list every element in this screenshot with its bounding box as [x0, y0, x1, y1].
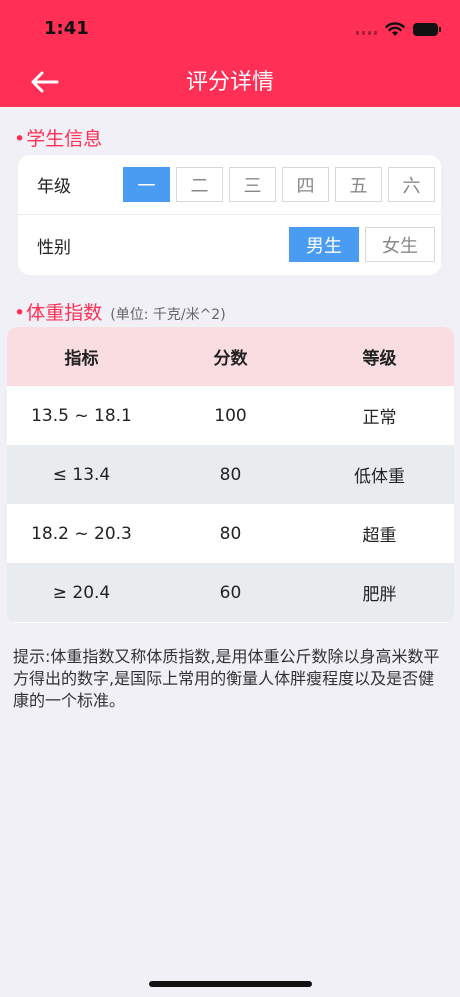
grade-option-1[interactable]: 一: [123, 167, 170, 202]
table-cell: 13.5 ~ 18.1: [31, 405, 132, 426]
nav-header: 1:41 评分详情: [0, 0, 460, 107]
bullet-dot-icon: •: [14, 128, 26, 150]
table-row: 13.5 ~ 18.1 100 正常: [7, 386, 454, 445]
table-cell: 80: [219, 523, 242, 544]
tip-text: 提示:体重指数又称体质指数,是用体重公斤数除以身高米数平方得出的数字,是国际上常…: [13, 647, 440, 710]
table-cell: 正常: [362, 408, 397, 428]
table-cell: ≥ 20.4: [52, 582, 111, 603]
table-header-cell: 等级: [362, 349, 397, 369]
table-cell: 超重: [362, 526, 397, 546]
gender-option-male[interactable]: 男生: [289, 227, 359, 262]
page-title: 评分详情: [185, 70, 274, 95]
bmi-table: 指标 分数 等级 13.5 ~ 18.1 100 正常 ≤ 13.4 80 低体…: [7, 327, 454, 623]
grade-option-6[interactable]: 六: [388, 167, 435, 202]
table-cell: 80: [219, 464, 242, 485]
gender-label: 性别: [37, 237, 71, 258]
gender-options: 男生 女生: [289, 227, 435, 262]
wifi-icon: [385, 21, 405, 37]
grade-option-4[interactable]: 四: [282, 167, 329, 202]
table-cell: 低体重: [353, 467, 405, 487]
home-indicator: [149, 981, 312, 987]
student-info-title: • 学生信息: [14, 124, 102, 151]
grade-label: 年级: [37, 177, 71, 197]
student-info-card: 年级 一 二 三 四 五 六 性别 男生 女生: [18, 155, 441, 275]
table-row: 18.2 ~ 20.3 80 超重: [7, 504, 454, 563]
bullet-dot-icon: •: [14, 302, 26, 324]
bmi-title: • 体重指数 (单位: 千克/米^2): [14, 298, 226, 325]
grade-option-3[interactable]: 三: [229, 167, 276, 202]
table-row: ≥ 20.4 60 肥胖: [7, 563, 454, 622]
table-cell: 18.2 ~ 20.3: [31, 523, 132, 544]
table-row: ≤ 13.4 80 低体重: [7, 445, 454, 504]
table-cell: 肥胖: [362, 585, 397, 605]
bmi-unit: (单位: 千克/米^2): [110, 307, 226, 323]
table-cell: ≤ 13.4: [52, 464, 111, 485]
battery-icon: [413, 22, 441, 36]
table-header-cell: 分数: [213, 349, 248, 369]
signal-icon: [356, 23, 377, 35]
bmi-title-text: 体重指数: [26, 302, 103, 324]
table-header-cell: 指标: [64, 349, 99, 369]
status-time: 1:41: [44, 18, 89, 39]
grade-options: 一 二 三 四 五 六: [123, 167, 435, 202]
grade-option-2[interactable]: 二: [176, 167, 223, 202]
grade-row: 年级 一 二 三 四 五 六: [18, 155, 441, 215]
table-cell: 100: [214, 405, 247, 426]
gender-row: 性别 男生 女生: [18, 215, 441, 275]
gender-option-female[interactable]: 女生: [365, 227, 435, 262]
student-info-title-text: 学生信息: [26, 128, 103, 150]
grade-option-5[interactable]: 五: [335, 167, 382, 202]
table-cell: 60: [219, 582, 242, 603]
table-header-row: 指标 分数 等级: [7, 327, 454, 386]
status-icons: [356, 20, 441, 38]
